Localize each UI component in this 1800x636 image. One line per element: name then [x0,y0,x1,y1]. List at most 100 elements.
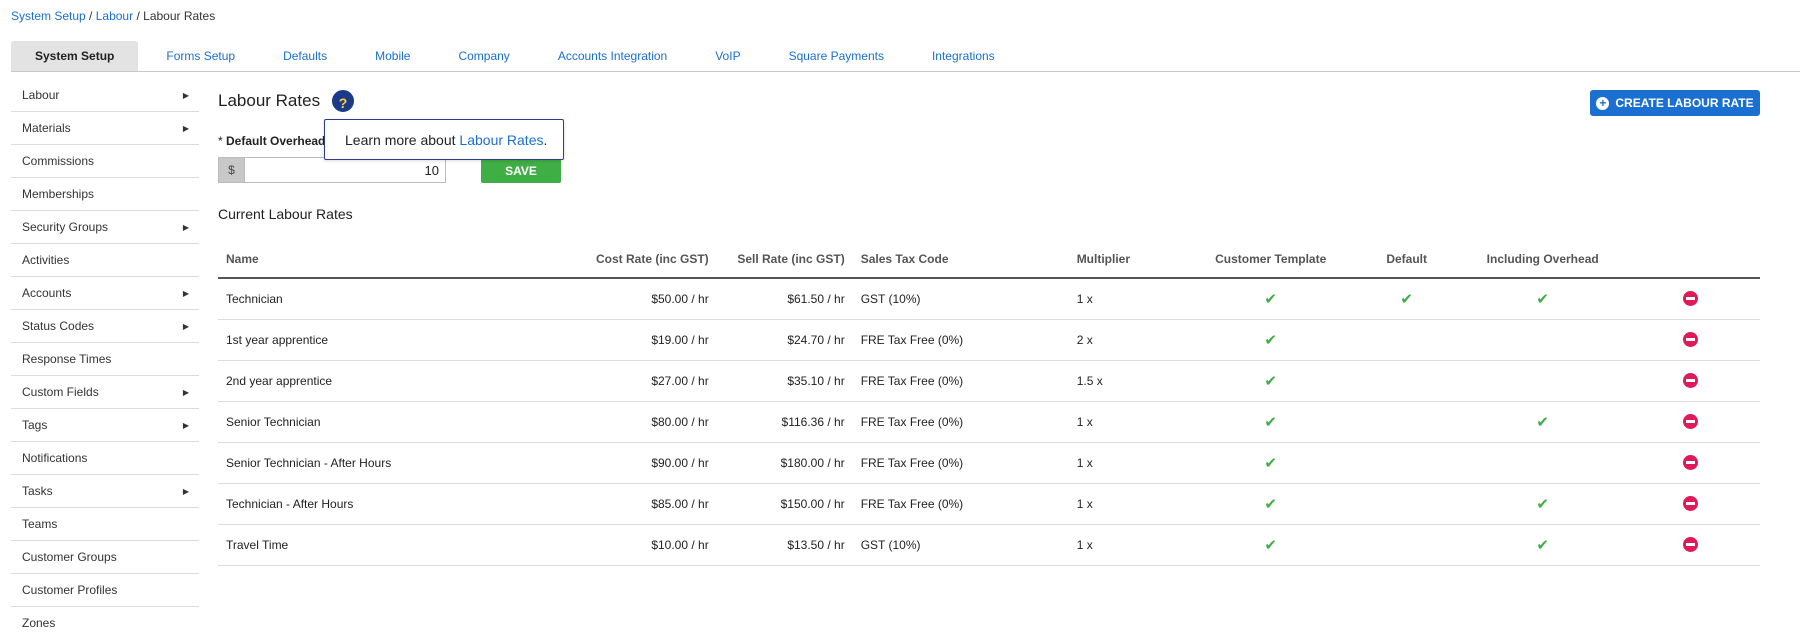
sidebar-item-notifications[interactable]: Notifications [11,442,199,475]
check-icon: ✔ [1264,454,1277,472]
sidebar-item-response-times[interactable]: Response Times [11,343,199,376]
sidebar-item-commissions[interactable]: Commissions [11,145,199,178]
cell-including-overhead [1464,360,1621,402]
tab-company[interactable]: Company [434,41,533,71]
check-icon: ✔ [1264,372,1277,390]
cell-including-overhead: ✔ [1464,278,1621,320]
breadcrumb-separator: / [136,9,140,23]
table-header-row: Name Cost Rate (inc GST) Sell Rate (inc … [218,240,1760,279]
sidebar-item-label: Customer Profiles [22,583,118,597]
table-row[interactable]: Senior Technician - After Hours $90.00 / … [218,442,1760,484]
sidebar-item-zones[interactable]: Zones [11,607,199,636]
cell-cost-rate: $27.00 / hr [588,360,717,402]
default-overhead-input[interactable] [244,157,446,183]
sidebar-item-label: Memberships [22,187,95,201]
currency-addon: $ [218,157,244,183]
title-row: Labour Rates ? + CREATE LABOUR RATE [218,79,1760,124]
cell-default [1348,401,1465,443]
required-mark: * [218,134,223,148]
sidebar-item-label: Commissions [22,154,95,168]
question-circle-icon[interactable]: ? [332,90,354,112]
column-header-customer-template[interactable]: Customer Template [1192,240,1349,279]
check-icon: ✔ [1264,290,1277,308]
sidebar-item-teams[interactable]: Teams [11,508,199,541]
column-header-name[interactable]: Name [218,240,588,279]
tab-voip[interactable]: VoIP [691,41,764,71]
cell-sell-rate: $13.50 / hr [716,524,853,566]
caret-right-icon: ▶ [182,486,189,496]
sidebar-item-label: Tasks [22,484,53,498]
table-row[interactable]: Senior Technician $80.00 / hr $116.36 / hr… [218,401,1760,443]
column-header-sell-rate[interactable]: Sell Rate (inc GST) [716,240,853,279]
cell-default [1348,483,1465,525]
delete-circle-icon[interactable] [1682,291,1698,307]
delete-circle-icon[interactable] [1682,332,1698,348]
column-header-sales-tax-code[interactable]: Sales Tax Code [852,240,1069,279]
cell-sales-tax-code: FRE Tax Free (0%) [852,319,1069,361]
sidebar-item-tasks[interactable]: Tasks ▶ [11,475,199,508]
table-row[interactable]: Technician - After Hours $85.00 / hr $150.… [218,483,1760,525]
column-header-multiplier[interactable]: Multiplier [1068,240,1193,279]
cell-customer-template: ✔ [1192,442,1349,484]
save-button[interactable]: SAVE [481,159,561,183]
cell-customer-template: ✔ [1192,401,1349,443]
cell-default: ✔ [1348,278,1465,320]
delete-circle-icon[interactable] [1682,414,1698,430]
tooltip-labour-rates-link[interactable]: Labour Rates [459,132,543,148]
delete-circle-icon[interactable] [1682,373,1698,389]
column-header-including-overhead[interactable]: Including Overhead [1464,240,1621,279]
cell-name: Technician [218,278,588,320]
cell-name: Technician - After Hours [218,483,588,525]
create-labour-rate-button[interactable]: + CREATE LABOUR RATE [1590,90,1760,116]
sidebar-item-materials[interactable]: Materials ▶ [11,112,199,145]
tab-accounts-integration[interactable]: Accounts Integration [534,41,691,71]
column-header-cost-rate[interactable]: Cost Rate (inc GST) [588,240,717,279]
default-overhead-text: Default Overhead: [226,134,330,148]
column-header-actions [1620,240,1760,279]
tab-integrations[interactable]: Integrations [908,41,1019,71]
tab-mobile[interactable]: Mobile [351,41,434,71]
sidebar-item-tags[interactable]: Tags ▶ [11,409,199,442]
cell-cost-rate: $50.00 / hr [588,278,717,320]
sidebar-item-label: Security Groups [22,220,109,234]
tab-system-setup[interactable]: System Setup [11,41,139,71]
sidebar-item-activities[interactable]: Activities [11,244,199,277]
delete-circle-icon[interactable] [1682,496,1698,512]
check-icon: ✔ [1536,413,1549,431]
cell-name: 2nd year apprentice [218,360,588,402]
check-icon: ✔ [1536,290,1549,308]
sidebar-item-labour[interactable]: Labour ▶ [11,79,199,112]
caret-right-icon: ▶ [182,420,189,430]
tab-forms-setup[interactable]: Forms Setup [142,41,259,71]
sidebar-item-label: Response Times [22,352,112,366]
column-header-default[interactable]: Default [1348,240,1465,279]
table-row[interactable]: 2nd year apprentice $27.00 / hr $35.10 / h… [218,360,1760,402]
sidebar-item-memberships[interactable]: Memberships [11,178,199,211]
cell-multiplier: 1 x [1068,278,1193,320]
cell-actions [1620,360,1760,402]
sidebar-item-security-groups[interactable]: Security Groups ▶ [11,211,199,244]
tab-square-payments[interactable]: Square Payments [765,41,908,71]
current-labour-rates-title: Current Labour Rates [218,206,353,222]
breadcrumb-labour[interactable]: Labour [96,9,133,23]
sidebar-item-custom-fields[interactable]: Custom Fields ▶ [11,376,199,409]
tab-defaults[interactable]: Defaults [259,41,351,71]
cell-multiplier: 2 x [1068,319,1193,361]
caret-right-icon: ▶ [182,123,189,133]
cell-including-overhead [1464,442,1621,484]
default-overhead-group: $ [218,157,446,183]
cell-default [1348,360,1465,402]
sidebar-item-customer-groups[interactable]: Customer Groups [11,541,199,574]
delete-circle-icon[interactable] [1682,537,1698,553]
sidebar-item-status-codes[interactable]: Status Codes ▶ [11,310,199,343]
sidebar-item-accounts[interactable]: Accounts ▶ [11,277,199,310]
cell-name: Travel Time [218,524,588,566]
delete-circle-icon[interactable] [1682,455,1698,471]
table-row[interactable]: 1st year apprentice $19.00 / hr $24.70 / h… [218,319,1760,361]
cell-sales-tax-code: FRE Tax Free (0%) [852,360,1069,402]
table-row[interactable]: Technician $50.00 / hr $61.50 / hr GST (10%… [218,278,1760,320]
cell-sell-rate: $180.00 / hr [716,442,853,484]
breadcrumb-system-setup[interactable]: System Setup [11,9,86,23]
table-row[interactable]: Travel Time $10.00 / hr $13.50 / hr GST (10… [218,524,1760,566]
sidebar-item-customer-profiles[interactable]: Customer Profiles [11,574,199,607]
